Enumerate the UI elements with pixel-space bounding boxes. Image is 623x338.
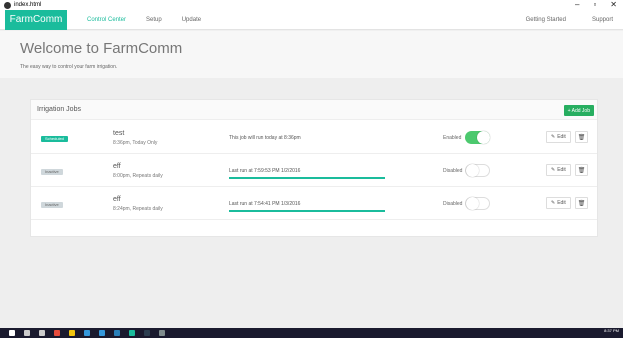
app-icon[interactable] xyxy=(99,330,105,336)
delete-button[interactable]: 🗑 xyxy=(575,131,588,143)
job-message: Last run at 7:59:53 PM 1/2/2016 xyxy=(229,168,301,174)
panel-title: Irrigation Jobs xyxy=(37,106,81,113)
edit-button[interactable]: ✎ Edit xyxy=(546,164,571,176)
nav-update[interactable]: Update xyxy=(182,17,201,23)
window-titlebar: index.html – ▫ ✕ xyxy=(0,0,623,10)
progress-fill xyxy=(229,177,385,179)
toggle-knob xyxy=(466,164,479,177)
brand-logo[interactable]: FarmComm xyxy=(5,9,67,30)
job-message: Last run at 7:54:41 PM 1/3/2016 xyxy=(229,201,301,207)
toggle-knob xyxy=(477,131,490,144)
trash-icon: 🗑 xyxy=(577,134,586,141)
page-header: Welcome to FarmComm The easy way to cont… xyxy=(0,31,623,78)
taskbar-clock[interactable]: 8:37 PM xyxy=(604,328,619,333)
job-schedule: 8:00pm, Repeats daily xyxy=(113,173,163,179)
pencil-icon: ✎ xyxy=(551,167,556,173)
status-badge: Inactive xyxy=(41,202,63,208)
toggle-label: Disabled xyxy=(443,168,463,174)
job-row: Scheduled test 8:36pm, Today Only This j… xyxy=(31,121,597,154)
window-controls: – ▫ ✕ xyxy=(575,0,617,10)
job-progress-bar xyxy=(229,210,385,212)
job-name: test xyxy=(113,130,125,137)
edit-button[interactable]: ✎ Edit xyxy=(546,197,571,209)
minimize-icon[interactable]: – xyxy=(575,0,579,10)
edit-button[interactable]: ✎ Edit xyxy=(546,131,571,143)
status-badge: Scheduled xyxy=(41,136,68,142)
enable-toggle[interactable] xyxy=(465,131,490,144)
edit-label: Edit xyxy=(557,200,566,206)
trash-icon: 🗑 xyxy=(577,200,586,207)
delete-button[interactable]: 🗑 xyxy=(575,164,588,176)
page-subtitle: The easy way to control your farm irriga… xyxy=(20,64,118,70)
add-job-button[interactable]: + Add Job xyxy=(563,105,594,116)
edit-label: Edit xyxy=(557,167,566,173)
chrome-icon[interactable] xyxy=(54,330,60,336)
windows-taskbar: 8:37 PM xyxy=(0,328,623,338)
toggle-knob xyxy=(466,197,479,210)
nav-setup[interactable]: Setup xyxy=(146,17,162,23)
panel-header: Irrigation Jobs + Add Job xyxy=(31,100,597,120)
job-row: Inactive eff 8:00pm, Repeats daily Last … xyxy=(31,154,597,187)
app-icon[interactable] xyxy=(159,330,165,336)
search-icon[interactable] xyxy=(24,330,30,336)
enable-toggle[interactable] xyxy=(465,197,490,210)
job-name: eff xyxy=(113,196,121,203)
maximize-icon[interactable]: ▫ xyxy=(593,0,596,10)
delete-button[interactable]: 🗑 xyxy=(575,197,588,209)
progress-fill xyxy=(229,210,385,212)
job-schedule: 8:36pm, Today Only xyxy=(113,140,158,146)
close-icon[interactable]: ✕ xyxy=(610,0,617,10)
trash-icon: 🗑 xyxy=(577,167,586,174)
page-title: Welcome to FarmComm xyxy=(20,40,183,57)
nav-getting-started[interactable]: Getting Started xyxy=(526,17,566,23)
folder-icon[interactable] xyxy=(69,330,75,336)
status-badge: Inactive xyxy=(41,169,63,175)
top-navbar: FarmComm Control Center Setup Update Get… xyxy=(0,9,623,30)
job-message: This job will run today at 8:36pm xyxy=(229,135,301,141)
task-view-icon[interactable] xyxy=(39,330,45,336)
toggle-label: Enabled xyxy=(443,135,462,141)
irrigation-jobs-panel: Irrigation Jobs + Add Job Scheduled test… xyxy=(30,99,598,237)
job-row: Inactive eff 8:24pm, Repeats daily Last … xyxy=(31,187,597,220)
pencil-icon: ✎ xyxy=(551,134,556,140)
toggle-label: Disabled xyxy=(443,201,463,207)
app-icon[interactable] xyxy=(129,330,135,336)
window-title: index.html xyxy=(14,2,42,8)
job-progress-bar xyxy=(229,177,385,179)
pencil-icon: ✎ xyxy=(551,200,556,206)
taskbar-icons xyxy=(0,330,165,336)
app-icon[interactable] xyxy=(114,330,120,336)
app-icon xyxy=(4,1,11,9)
nav-right: Getting Started Support xyxy=(526,10,613,30)
job-schedule: 8:24pm, Repeats daily xyxy=(113,206,163,212)
edit-label: Edit xyxy=(557,134,566,140)
nav-support[interactable]: Support xyxy=(592,17,613,23)
nav-control-center[interactable]: Control Center xyxy=(87,17,126,23)
job-name: eff xyxy=(113,163,121,170)
enable-toggle[interactable] xyxy=(465,164,490,177)
windows-icon[interactable] xyxy=(9,330,15,336)
store-icon[interactable] xyxy=(84,330,90,336)
app-icon[interactable] xyxy=(144,330,150,336)
